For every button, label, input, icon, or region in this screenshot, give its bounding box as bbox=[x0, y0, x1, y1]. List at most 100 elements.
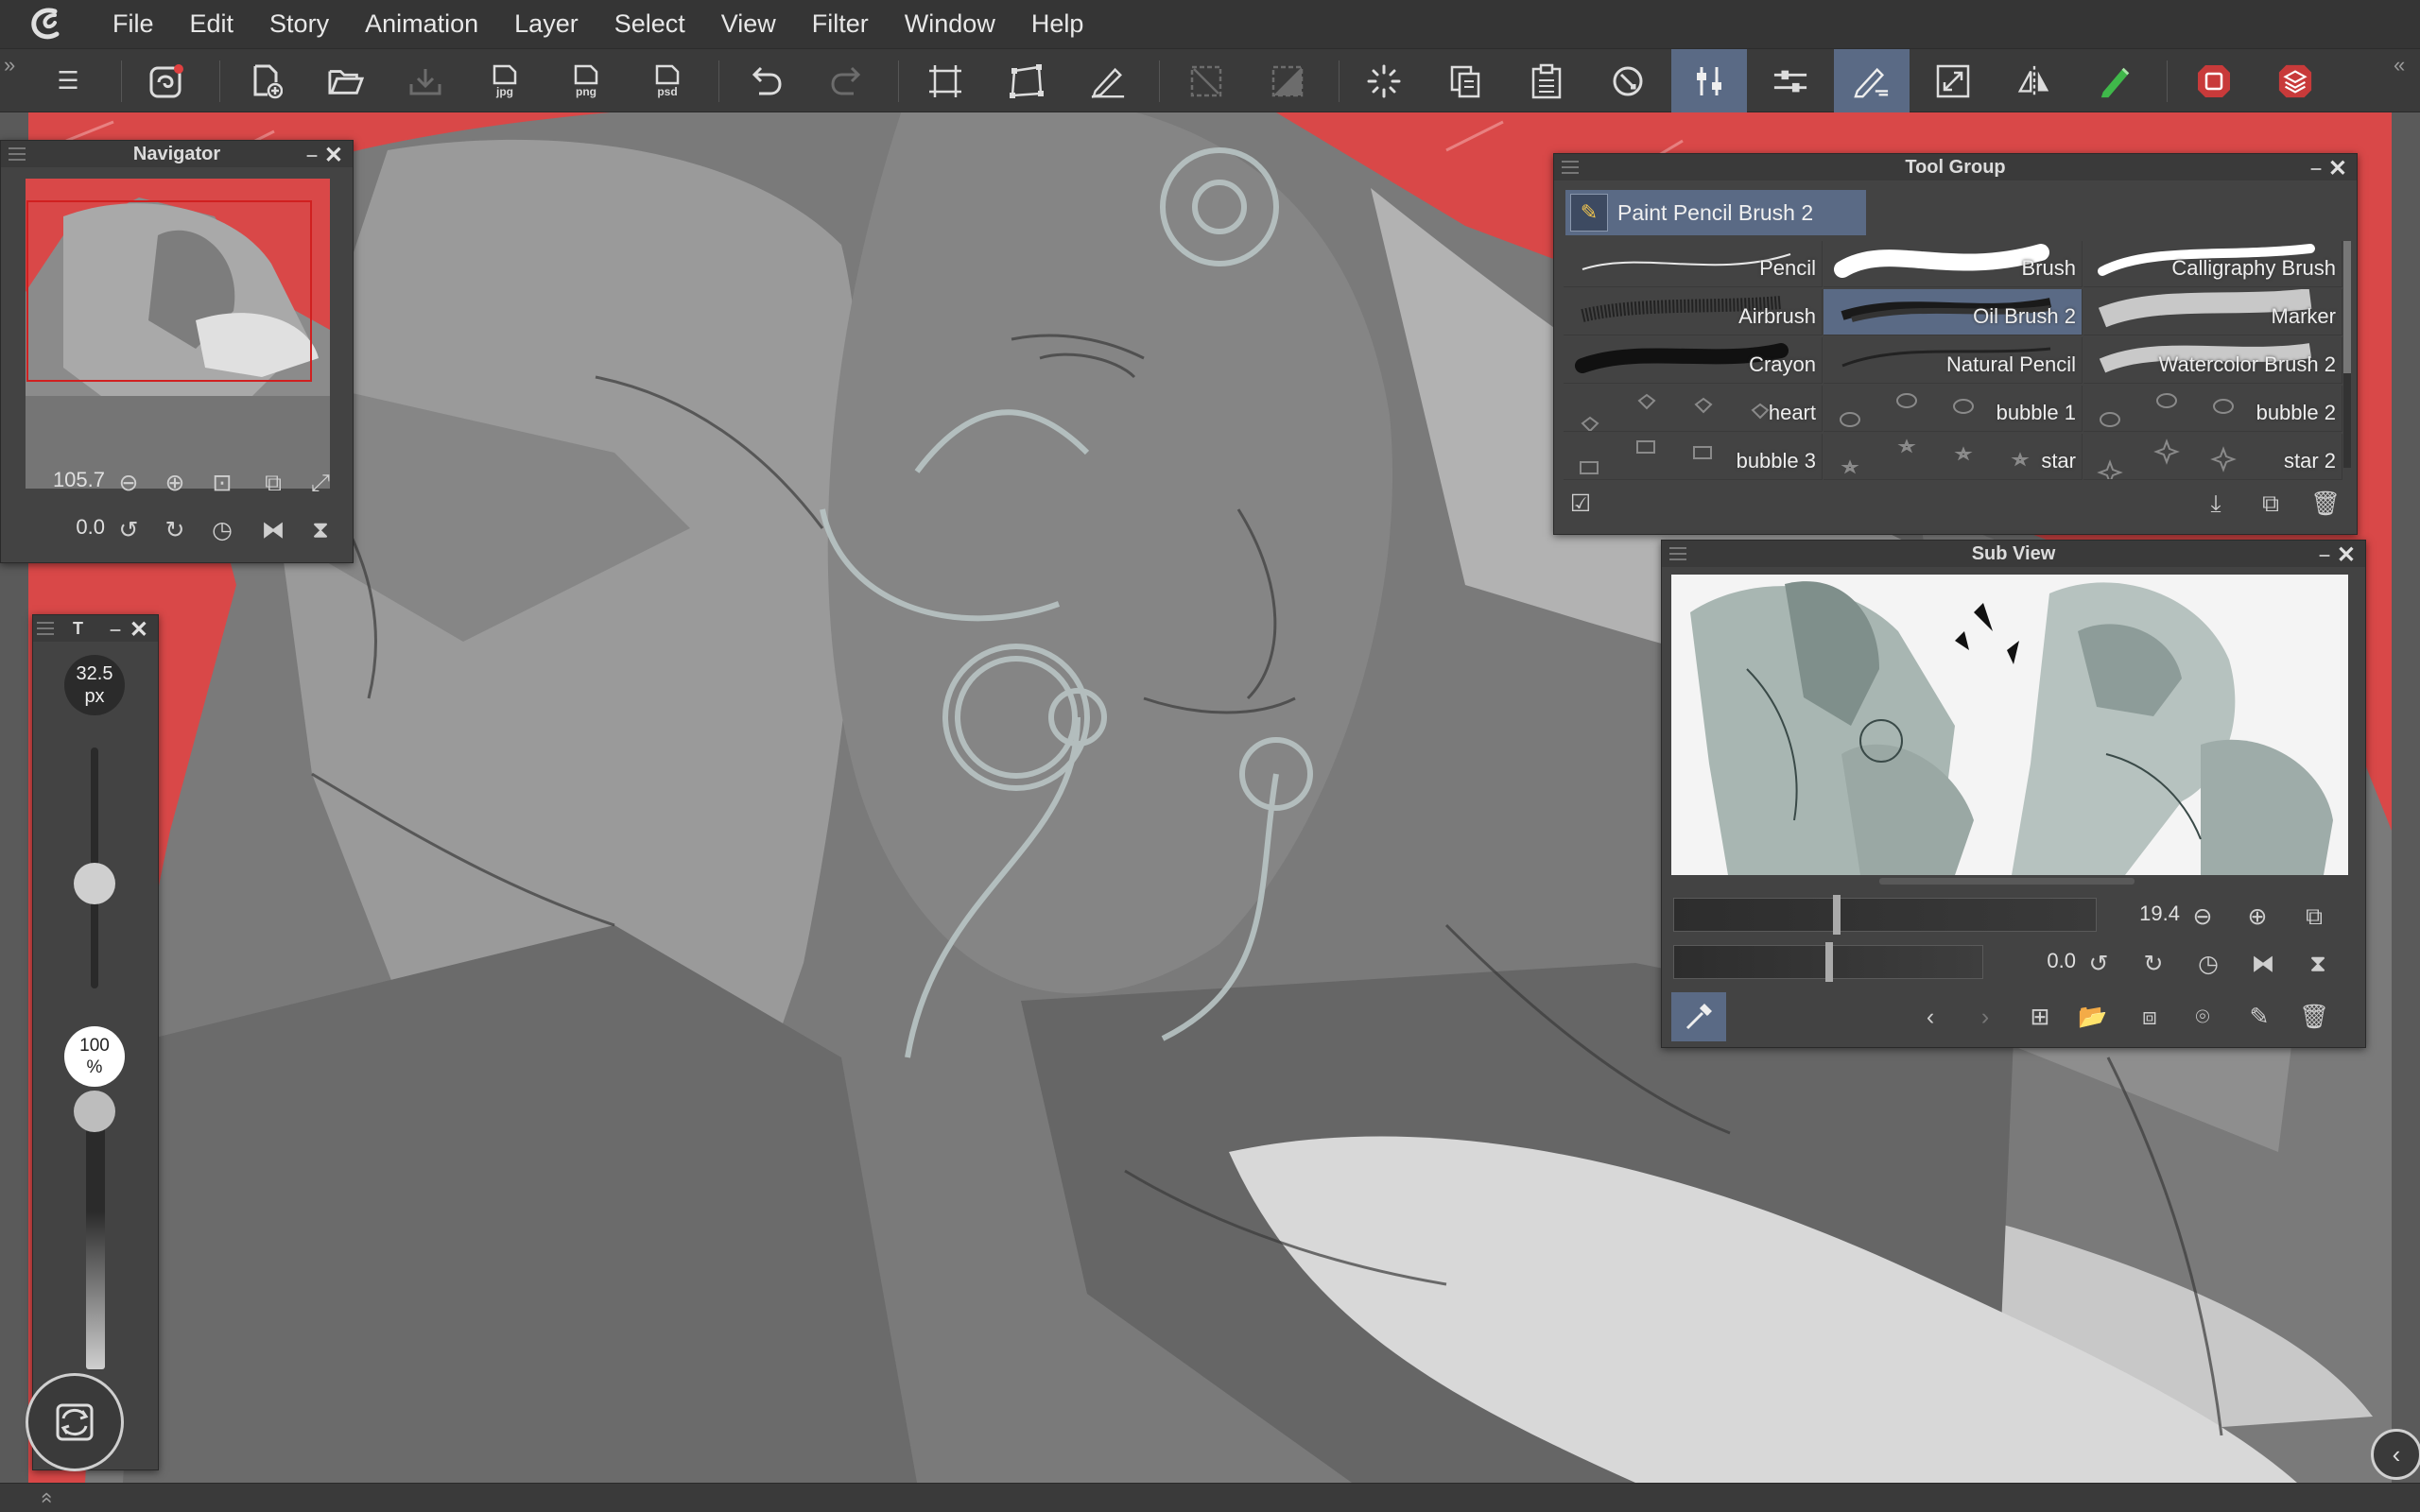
fit-screen-button[interactable] bbox=[1915, 49, 1991, 112]
sub-view-rotation-slider[interactable] bbox=[1673, 942, 1983, 982]
drag-handle-icon[interactable] bbox=[9, 147, 26, 161]
import-brush-icon[interactable]: ⤓ bbox=[2197, 485, 2235, 523]
opacity-track[interactable] bbox=[86, 1107, 105, 1369]
navigator-title-bar[interactable]: Navigator ⎯ ✕ bbox=[1, 141, 353, 168]
sub-tool-button[interactable] bbox=[1834, 49, 1910, 112]
navigator-zoom-value[interactable]: 105.7 bbox=[29, 468, 105, 492]
sub-view-zoom-value[interactable]: 19.4 bbox=[2116, 902, 2180, 926]
actual-size-icon[interactable]: ⊡ bbox=[203, 464, 241, 502]
pen-ruler-button[interactable] bbox=[1070, 49, 1146, 112]
brush-airbrush[interactable]: Airbrush bbox=[1564, 289, 1823, 335]
sub-view-title-bar[interactable]: Sub View ⎯ ✕ bbox=[1662, 541, 2365, 568]
color-button[interactable] bbox=[2078, 49, 2153, 112]
zoom-in-icon[interactable]: ⊕ bbox=[156, 464, 194, 502]
minimize-icon[interactable]: ⎯ bbox=[307, 145, 317, 166]
zoom-out-icon[interactable]: ⊖ bbox=[110, 464, 147, 502]
import-image-icon[interactable]: 📂 bbox=[2074, 998, 2112, 1036]
navigator-preview[interactable] bbox=[26, 179, 330, 489]
menu-filter[interactable]: Filter bbox=[794, 0, 887, 48]
checkbox-icon[interactable]: ☑ bbox=[1562, 485, 1599, 523]
menu-select[interactable]: Select bbox=[596, 0, 703, 48]
transform-button[interactable] bbox=[908, 49, 983, 112]
opacity-indicator[interactable]: 100 % bbox=[64, 1026, 125, 1087]
eyedropper-button[interactable] bbox=[1671, 992, 1726, 1041]
menu-help[interactable]: Help bbox=[1013, 0, 1102, 48]
brush-scrollbar[interactable] bbox=[2343, 241, 2351, 468]
tool-property-button[interactable] bbox=[1671, 49, 1747, 112]
paste-button[interactable] bbox=[1509, 49, 1584, 112]
reset-rotation-icon[interactable]: ◷ bbox=[203, 511, 241, 549]
brush-heart[interactable]: heart bbox=[1564, 386, 1823, 432]
rotate-right-icon[interactable]: ↻ bbox=[156, 511, 194, 549]
menu-view[interactable]: View bbox=[703, 0, 794, 48]
rotate-reset-button[interactable] bbox=[1590, 49, 1666, 112]
fit-window-icon[interactable]: ⤢ bbox=[302, 464, 339, 502]
undo-button[interactable] bbox=[728, 49, 804, 112]
redo-button[interactable] bbox=[809, 49, 885, 112]
brush-crayon[interactable]: Crayon bbox=[1564, 337, 1823, 384]
flip-vertical-icon[interactable]: ⧗ bbox=[302, 511, 339, 549]
copy-button[interactable] bbox=[1427, 49, 1503, 112]
edit-image-icon[interactable]: ✎ bbox=[2240, 998, 2278, 1036]
brush-pencil[interactable]: Pencil bbox=[1564, 241, 1823, 287]
expand-left-dock-icon[interactable]: » bbox=[4, 53, 15, 77]
navigator-rotation-value[interactable]: 0.0 bbox=[29, 515, 105, 540]
grid-view-icon[interactable]: ⊞ bbox=[2021, 998, 2059, 1036]
sub-view-flip-horizontal-icon[interactable]: ⧓ bbox=[2244, 945, 2282, 983]
sub-view-zoom-out-icon[interactable]: ⊖ bbox=[2184, 898, 2221, 936]
menu-story[interactable]: Story bbox=[251, 0, 347, 48]
menu-file[interactable]: File bbox=[95, 0, 172, 48]
next-image-icon[interactable]: › bbox=[1966, 998, 2004, 1036]
minimize-icon[interactable]: ⎯ bbox=[2311, 158, 2321, 180]
minimize-icon[interactable]: ⎯ bbox=[111, 619, 120, 641]
minimize-icon[interactable]: ⎯ bbox=[2320, 544, 2329, 566]
sub-tool-detail-button[interactable] bbox=[1753, 49, 1828, 112]
sub-view-fit-icon[interactable]: ⧉ bbox=[2295, 898, 2333, 936]
side-panel-toggle-icon[interactable]: ‹ bbox=[2371, 1429, 2420, 1480]
delete-brush-icon[interactable]: 🗑 bbox=[2307, 485, 2344, 523]
loading-button[interactable] bbox=[1346, 49, 1422, 112]
close-icon[interactable]: ✕ bbox=[2328, 155, 2347, 182]
current-brush-bar[interactable]: ✎ Paint Pencil Brush 2 bbox=[1565, 190, 1866, 235]
companion-button[interactable] bbox=[129, 49, 204, 112]
duplicate-brush-icon[interactable]: ⧉ bbox=[2252, 485, 2290, 523]
sub-view-zoom-knob[interactable] bbox=[1833, 895, 1841, 935]
sub-view-rotate-left-icon[interactable]: ↺ bbox=[2080, 945, 2118, 983]
brush-bubble-1[interactable]: bubble 1 bbox=[1824, 386, 2083, 432]
delete-image-icon[interactable]: 🗑 bbox=[2295, 998, 2333, 1036]
sub-view-rotate-right-icon[interactable]: ↻ bbox=[2135, 945, 2172, 983]
fit-navigator-icon[interactable]: ⧉ bbox=[254, 464, 292, 502]
app-logo-icon[interactable] bbox=[0, 0, 95, 48]
sub-view-hscrollbar[interactable] bbox=[1879, 878, 2135, 885]
previous-image-icon[interactable]: ‹ bbox=[1911, 998, 1949, 1036]
menu-layer[interactable]: Layer bbox=[496, 0, 596, 48]
brush-bubble-2[interactable]: bubble 2 bbox=[2083, 386, 2342, 432]
export-psd-button[interactable]: psd bbox=[630, 49, 705, 112]
brush-natural-pencil[interactable]: Natural Pencil bbox=[1824, 337, 2083, 384]
main-menu-button[interactable]: ☰ bbox=[30, 49, 106, 112]
export-png-button[interactable]: png bbox=[548, 49, 624, 112]
sub-view-rotation-value[interactable]: 0.0 bbox=[2012, 949, 2076, 973]
rotate-left-icon[interactable]: ↺ bbox=[110, 511, 147, 549]
layers-button[interactable] bbox=[2257, 49, 2333, 112]
sub-view-zoom-in-icon[interactable]: ⊕ bbox=[2238, 898, 2276, 936]
open-file-button[interactable] bbox=[308, 49, 384, 112]
brush-brush[interactable]: Brush bbox=[1824, 241, 2083, 287]
invert-selection-button[interactable] bbox=[1250, 49, 1325, 112]
menu-window[interactable]: Window bbox=[887, 0, 1013, 48]
save-button[interactable] bbox=[388, 49, 463, 112]
clear-selection-button[interactable] bbox=[1168, 49, 1244, 112]
brush-size-title-bar[interactable]: T ⎯ ✕ bbox=[33, 615, 158, 644]
sub-view-reset-rotation-icon[interactable]: ◷ bbox=[2189, 945, 2227, 983]
import-canvas-icon[interactable]: ⧈ bbox=[2131, 998, 2169, 1036]
brush-bubble-3[interactable]: bubble 3 bbox=[1564, 434, 1823, 480]
brush-size-slider-knob[interactable] bbox=[74, 863, 115, 905]
brush-marker[interactable]: Marker bbox=[2083, 289, 2342, 335]
close-icon[interactable]: ✕ bbox=[130, 616, 148, 644]
new-file-button[interactable] bbox=[229, 49, 304, 112]
expand-right-dock-icon[interactable]: « bbox=[2394, 53, 2405, 77]
tool-group-title-bar[interactable]: Tool Group ⎯ ✕ bbox=[1554, 154, 2357, 182]
brush-watercolor-brush-2[interactable]: Watercolor Brush 2 bbox=[2083, 337, 2342, 384]
flip-horizontal-button[interactable] bbox=[1996, 49, 2072, 112]
menu-animation[interactable]: Animation bbox=[347, 0, 496, 48]
